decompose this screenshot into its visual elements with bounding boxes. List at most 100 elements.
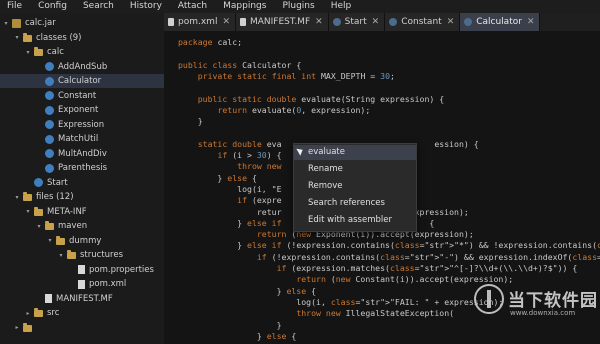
close-icon[interactable]: ✕ [527, 17, 535, 27]
close-icon[interactable]: ✕ [372, 17, 380, 27]
file-icon [45, 294, 52, 303]
tree-item[interactable]: ▾ classes (9) [0, 31, 164, 45]
cls-icon [45, 105, 54, 115]
tree-item[interactable]: Parenthesis [0, 161, 164, 175]
tree-item-label: Exponent [58, 105, 99, 115]
menu-search[interactable]: Search [75, 0, 122, 13]
folder-icon [34, 47, 43, 56]
tree-item[interactable]: ▾ structures [0, 248, 164, 262]
tree-item[interactable]: ▾ calc [0, 45, 164, 59]
menu-help[interactable]: Help [323, 0, 360, 13]
folder-icon [34, 206, 43, 216]
close-icon[interactable]: ✕ [447, 17, 455, 27]
menu-mappings[interactable]: Mappings [215, 0, 274, 13]
file-icon [78, 265, 85, 274]
tree-item[interactable]: ▾ dummy [0, 234, 164, 248]
tree-item[interactable]: ▾ calc.jar [0, 16, 164, 30]
menu-config[interactable]: Config [30, 0, 75, 13]
menu-history[interactable]: History [122, 0, 170, 13]
tree-item[interactable]: Expression [0, 118, 164, 132]
tree-toggle-icon[interactable]: ▾ [46, 237, 54, 244]
tree-item[interactable]: MultAndDiv [0, 147, 164, 161]
tree-item-label: pom.xml [89, 279, 127, 289]
tree-item-label: pom.properties [89, 264, 154, 275]
tree-item-label: Start [47, 177, 68, 188]
context-item-remove[interactable]: Remove [294, 179, 416, 194]
tree-toggle-icon[interactable]: ▾ [2, 20, 10, 27]
tree-item-label: calc [47, 47, 64, 57]
cls-icon [34, 178, 43, 187]
tab-manifest-mf[interactable]: MANIFEST.MF ✕ [236, 13, 329, 31]
folder-icon [45, 221, 54, 230]
tab-label: pom.xml [178, 17, 218, 27]
tree-item[interactable]: ▾ maven [0, 219, 164, 233]
tree-item-label: AddAndSub [58, 61, 108, 72]
tree-item[interactable]: MatchUtil [0, 132, 164, 146]
tree-item-label: structures [80, 250, 124, 260]
context-item-evaluate[interactable]: evaluate [294, 145, 416, 160]
menu-file[interactable]: File [0, 0, 30, 13]
tree-item[interactable]: Calculator [0, 74, 164, 88]
menu-plugins[interactable]: Plugins [274, 0, 322, 13]
tree-item[interactable]: pom.properties [0, 263, 164, 277]
tree-item-label: Constant [58, 90, 97, 101]
jar-icon [12, 18, 21, 28]
tree-item[interactable]: Exponent [0, 103, 164, 117]
tree-item-label: MANIFEST.MF [56, 293, 113, 304]
tree-item-label: MatchUtil [58, 134, 99, 144]
tree-toggle-icon[interactable]: ▾ [24, 208, 32, 215]
cls-icon [45, 120, 54, 129]
class-icon [389, 18, 398, 26]
tree-item[interactable]: pom.xml [0, 277, 164, 291]
cls-icon [45, 62, 54, 71]
tab-constant[interactable]: Constant ✕ [385, 13, 461, 31]
folder-icon [23, 322, 32, 332]
watermark-logo-icon [474, 284, 504, 314]
tree-toggle-icon[interactable]: ▾ [13, 194, 21, 201]
tree-toggle-icon[interactable]: ▸ [13, 324, 21, 331]
tree-item[interactable]: MANIFEST.MF [0, 292, 164, 306]
class-icon [464, 18, 473, 26]
tree-item[interactable]: ▾ META-INF [0, 205, 164, 219]
tree-toggle-icon[interactable]: ▾ [13, 34, 21, 41]
cls-icon [45, 163, 54, 173]
tree-toggle-icon[interactable]: ▾ [35, 223, 43, 230]
tree-item[interactable]: ▸ [0, 321, 164, 335]
tree-toggle-icon[interactable]: ▸ [24, 310, 32, 317]
tree-item[interactable]: Start [0, 176, 164, 190]
cls-icon [45, 149, 54, 158]
context-item-rename[interactable]: Rename [294, 162, 416, 177]
tree-item-label: Calculator [58, 76, 102, 86]
tab-start[interactable]: Start ✕ [328, 13, 386, 31]
tree-toggle-icon[interactable]: ▾ [57, 252, 65, 259]
tree-item[interactable]: Constant [0, 89, 164, 103]
close-icon[interactable]: ✕ [222, 17, 230, 27]
menu-bar: File Config Search History Attach Mappings Plu… [0, 0, 600, 13]
close-icon[interactable]: ✕ [315, 17, 323, 27]
tree-item[interactable]: AddAndSub [0, 60, 164, 74]
watermark: 当下软件园 www.downxia.com [474, 282, 597, 332]
tree-item-label: classes (9) [36, 32, 82, 43]
tab-pom-xml[interactable]: pom.xml ✕ [164, 13, 236, 31]
menu-attach[interactable]: Attach [170, 0, 215, 13]
editor-tabs: pom.xml ✕ MANIFEST.MF ✕ Start ✕ Constant ✕ Calcu… [164, 13, 600, 31]
cls-icon [45, 134, 54, 144]
folder-icon [56, 235, 65, 245]
file-tree: ▾ calc.jar ▾ classes (9) ▾ calc AddAndSub Calcu… [0, 13, 164, 344]
tree-item[interactable]: ▾ files (12) [0, 190, 164, 204]
folder-icon [23, 32, 32, 42]
tab-label: Calculator [476, 17, 522, 27]
cls-icon [45, 91, 54, 100]
tree-item-label: Parenthesis [58, 163, 108, 173]
folder-icon [34, 308, 43, 317]
context-item-search-references[interactable]: Search references [294, 196, 416, 211]
tree-item-label: maven [58, 221, 88, 231]
context-item-edit-with-assembler[interactable]: Edit with assembler [294, 213, 416, 228]
tab-label: Constant [401, 17, 442, 27]
code-line: package calc; [178, 37, 243, 47]
tree-item[interactable]: ▸ src [0, 306, 164, 320]
tree-toggle-icon[interactable]: ▾ [24, 49, 32, 56]
tab-calculator[interactable]: Calculator ✕ [460, 13, 541, 31]
watermark-url: www.downxia.com [510, 309, 576, 317]
tree-item-label: calc.jar [25, 18, 56, 28]
